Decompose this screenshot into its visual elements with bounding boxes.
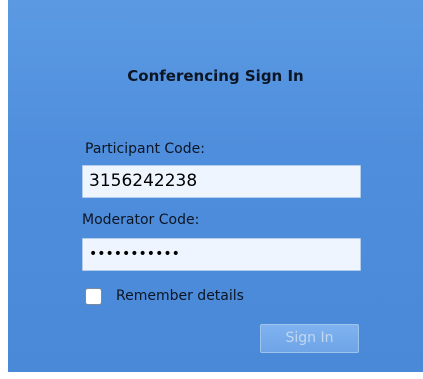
moderator-code-input[interactable]: ••••••••••• xyxy=(82,238,361,271)
remember-details-label[interactable]: Remember details xyxy=(116,288,244,304)
sign-in-button[interactable]: Sign In xyxy=(260,324,359,353)
participant-code-input[interactable]: 3156242238 xyxy=(82,165,361,198)
remember-details-checkbox[interactable] xyxy=(85,287,102,305)
participant-code-label: Participant Code: xyxy=(85,141,205,157)
remember-details-row[interactable]: Remember details xyxy=(85,285,244,307)
moderator-code-label: Moderator Code: xyxy=(82,212,200,228)
sign-in-panel: Conferencing Sign In Participant Code: 3… xyxy=(8,0,423,372)
panel-title: Conferencing Sign In xyxy=(127,67,304,85)
